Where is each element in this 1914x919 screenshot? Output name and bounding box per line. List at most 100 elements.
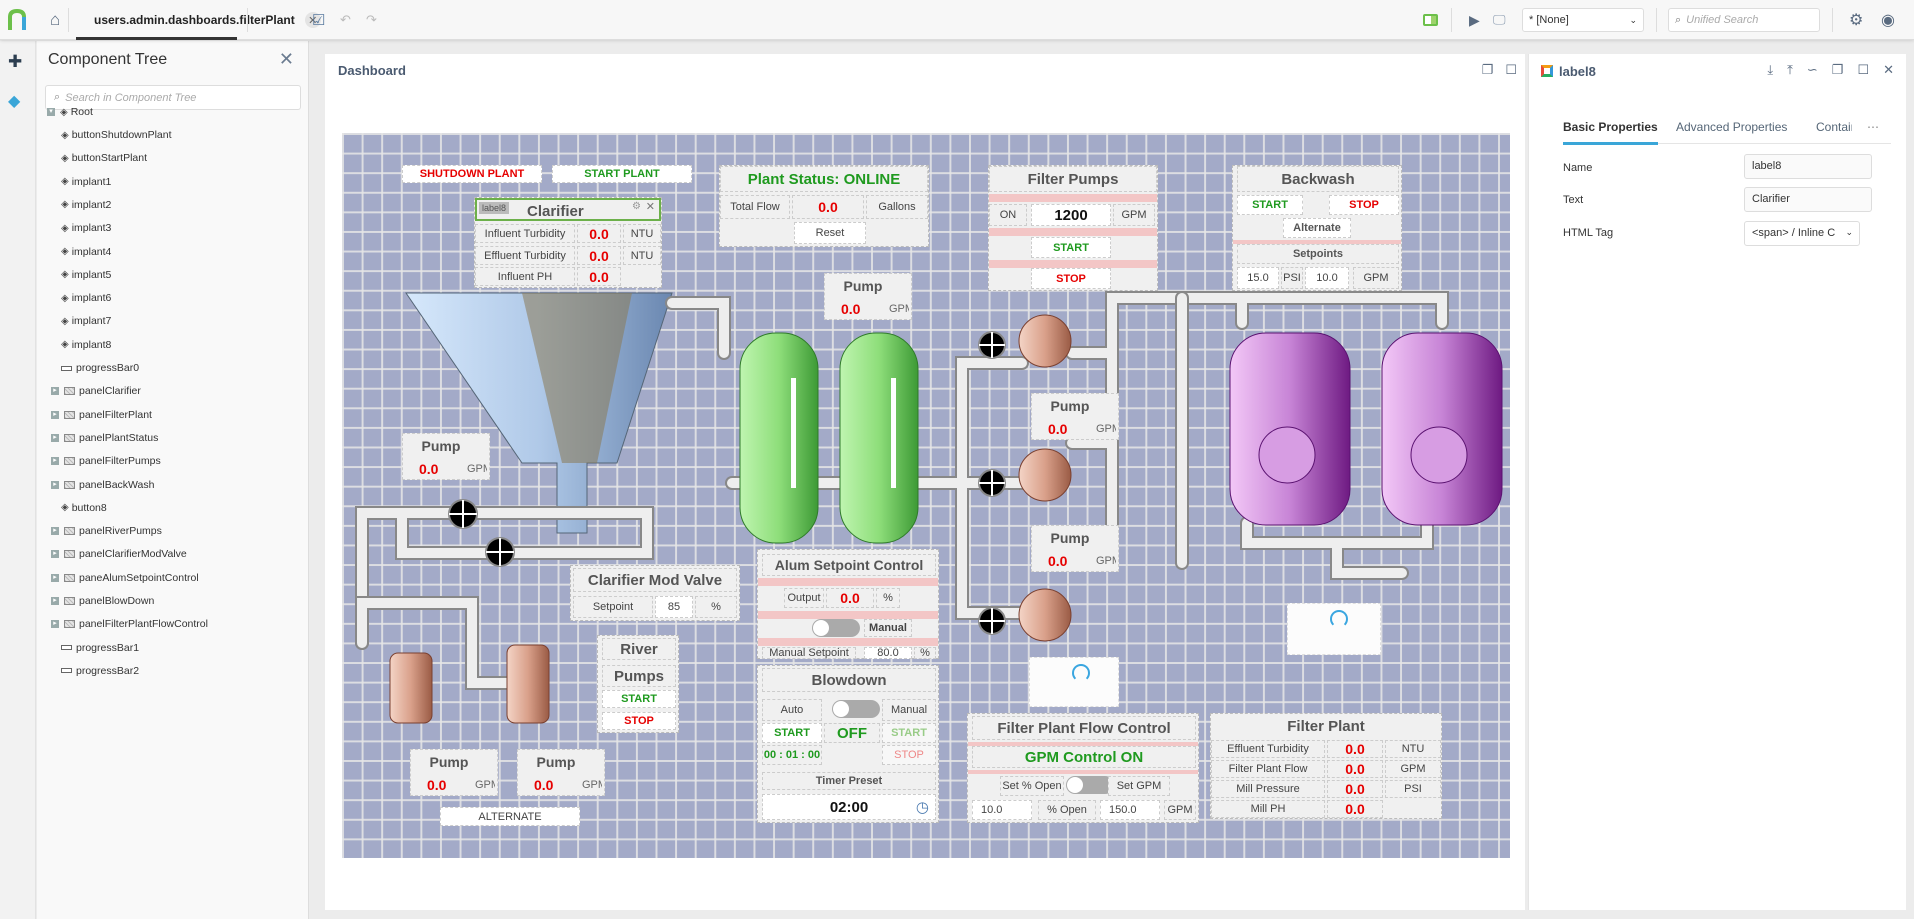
tree-node[interactable]: ◈ implant5	[61, 268, 111, 282]
tab-filter-plant[interactable]: users.admin.dashboards.filterPlant ✕	[94, 0, 321, 40]
tree-node[interactable]: ▸ panelFilterPlant	[51, 408, 152, 422]
expand-icon[interactable]: ▸	[51, 433, 59, 442]
backwash-gpm-input[interactable]: 10.0	[1305, 267, 1349, 289]
backwash-alternate-button[interactable]: Alternate	[1283, 218, 1351, 238]
close-icon[interactable]: ✕	[279, 49, 294, 70]
expand-icon[interactable]: ▸	[51, 387, 59, 396]
filter-pumps-start-button[interactable]: START	[1031, 237, 1111, 258]
tree-node[interactable]: ▸ panelClarifierModValve	[51, 547, 187, 561]
tree-node[interactable]: ◈ implant6	[61, 291, 111, 305]
tab-basic-properties[interactable]: Basic Properties	[1563, 120, 1658, 145]
alum-manual-toggle[interactable]	[812, 619, 860, 637]
tree-node[interactable]: ▸ panelBackWash	[51, 478, 154, 492]
redo-icon[interactable]: ↷	[366, 0, 377, 40]
tree-node[interactable]: progressBar1	[61, 641, 139, 655]
flow-mode-toggle[interactable]	[1066, 776, 1114, 794]
tree-node[interactable]: ◈ implant3	[61, 221, 111, 235]
expand-icon[interactable]: ▸	[51, 597, 59, 605]
expand-icon[interactable]: ▸	[51, 527, 59, 536]
text-field[interactable]: Clarifier	[1744, 187, 1872, 212]
timer-preset-input[interactable]: 02:00 ◷	[762, 794, 936, 820]
river-pumps-stop-button[interactable]: STOP	[602, 712, 676, 730]
tree-node-root[interactable]: ▾ ◈ Root	[47, 105, 93, 119]
tree-node[interactable]: ◈ implant8	[61, 338, 111, 352]
start-plant-button[interactable]: START PLANT	[552, 165, 692, 183]
download-icon[interactable]: ⤓	[1767, 62, 1773, 78]
expand-icon[interactable]: ▸	[51, 480, 59, 489]
expand-icon[interactable]: ▸	[51, 550, 59, 559]
tree-node[interactable]: ▸ panelClarifier	[51, 384, 141, 398]
gpm-input[interactable]: 150.0	[1100, 800, 1160, 820]
tree-node[interactable]: ◈ buttonShutdownPlant	[61, 128, 172, 142]
blowdown-manual-start-button[interactable]: START	[882, 723, 936, 743]
maximize-icon[interactable]: ☐	[1857, 62, 1869, 78]
tree-node[interactable]: ◈ buttonStartPlant	[61, 151, 147, 165]
tab-advanced-properties[interactable]: Advanced Properties	[1676, 120, 1787, 134]
tree-node[interactable]: progressBar2	[61, 664, 139, 678]
maximize-icon[interactable]: ☐	[1505, 62, 1517, 78]
project-select[interactable]: * [None] ⌄	[1522, 8, 1644, 32]
mod-valve-setpoint-input[interactable]: 85	[655, 596, 693, 618]
tree-node[interactable]: ◈ implant4	[61, 245, 111, 259]
manual-setpoint-input[interactable]: 80.0	[864, 647, 912, 659]
layers-icon[interactable]: ◆	[8, 91, 20, 111]
checklist-icon[interactable]: ☑	[312, 0, 325, 40]
gear-icon[interactable]: ⚙	[632, 201, 641, 212]
tree-node[interactable]: ▸ panelFilterPumps	[51, 454, 161, 468]
filter-pumps-gpm-input[interactable]: 1200	[1031, 204, 1111, 226]
tree-node[interactable]: ◈ implant1	[61, 175, 111, 189]
tree-node[interactable]: ▸ panelBlowDown	[51, 594, 154, 608]
blowdown-stop-button[interactable]: STOP	[882, 745, 936, 765]
tree-node[interactable]: ◈ implant2	[61, 198, 111, 212]
monitor-icon[interactable]: 🖵	[1493, 0, 1506, 40]
html-tag-select[interactable]: <span> / Inline C ⌄	[1744, 221, 1860, 246]
backwash-psi-input[interactable]: 15.0	[1237, 267, 1279, 289]
tree-node[interactable]: ▸ paneAlumSetpointControl	[51, 571, 199, 585]
selected-label8[interactable]: label8 Clarifier ⚙ ✕	[475, 198, 661, 221]
app-logo[interactable]	[6, 0, 28, 40]
alum-output-label: Output	[784, 588, 824, 608]
close-icon[interactable]: ✕	[1883, 62, 1894, 78]
restore-icon[interactable]: ❐	[1832, 62, 1844, 78]
upload-icon[interactable]: ⤒	[1787, 62, 1793, 78]
more-tabs-icon[interactable]: ⋯	[1867, 120, 1879, 134]
backwash-start-button[interactable]: START	[1237, 195, 1303, 215]
reset-button[interactable]: Reset	[794, 222, 866, 244]
open-percent-input[interactable]: 10.0	[972, 800, 1032, 820]
expand-icon[interactable]: ▸	[51, 620, 59, 629]
collapse-icon[interactable]: ▾	[47, 108, 55, 116]
tab-container[interactable]: Contain	[1816, 120, 1852, 134]
expand-icon[interactable]: ▸	[51, 573, 59, 582]
home-icon[interactable]: ⌂	[50, 0, 60, 40]
tree-node[interactable]: ◈ implant7	[61, 314, 111, 328]
play-icon[interactable]: ▶	[1469, 0, 1480, 40]
mod-valve-setpoint-label: Setpoint	[573, 596, 653, 618]
name-field[interactable]: label8	[1744, 154, 1872, 179]
tree-node[interactable]: ◈ button8	[61, 501, 107, 515]
panel-toggle-icon[interactable]	[1423, 0, 1438, 40]
blowdown-mode-toggle[interactable]	[832, 700, 880, 718]
tree-node[interactable]: ▸ panelFilterPlantFlowControl	[51, 617, 208, 631]
close-icon[interactable]: ✕	[646, 200, 655, 213]
tree-node[interactable]: progressBar0	[61, 361, 139, 375]
gear-icon[interactable]: ⚙	[1849, 0, 1863, 40]
expand-icon[interactable]: ▸	[51, 410, 59, 419]
undo-icon[interactable]: ↶	[340, 0, 351, 40]
tree-node[interactable]: ▸ panelPlantStatus	[51, 431, 158, 445]
clock-icon[interactable]: ◷	[916, 798, 929, 816]
user-icon[interactable]: ◉	[1881, 0, 1895, 40]
shutdown-plant-button[interactable]: SHUTDOWN PLANT	[402, 165, 542, 183]
blowdown-auto-start-button[interactable]: START	[762, 723, 822, 743]
river-pumps-start-button[interactable]: START	[602, 690, 676, 708]
backwash-stop-button[interactable]: STOP	[1329, 195, 1399, 215]
unified-search-input[interactable]: ⌕ Unified Search	[1668, 8, 1820, 32]
component-icon: ◈	[61, 502, 69, 514]
alternate-button[interactable]: ALTERNATE	[440, 807, 580, 826]
restore-icon[interactable]: ❐	[1482, 62, 1494, 78]
puzzle-icon[interactable]: ✚	[8, 52, 22, 72]
tree-node[interactable]: ▸ panelRiverPumps	[51, 524, 162, 538]
pump-unit: GPM	[1096, 423, 1116, 435]
link-icon[interactable]: ∽	[1807, 62, 1818, 78]
filter-pumps-stop-button[interactable]: STOP	[1031, 268, 1111, 289]
expand-icon[interactable]: ▸	[51, 457, 59, 466]
